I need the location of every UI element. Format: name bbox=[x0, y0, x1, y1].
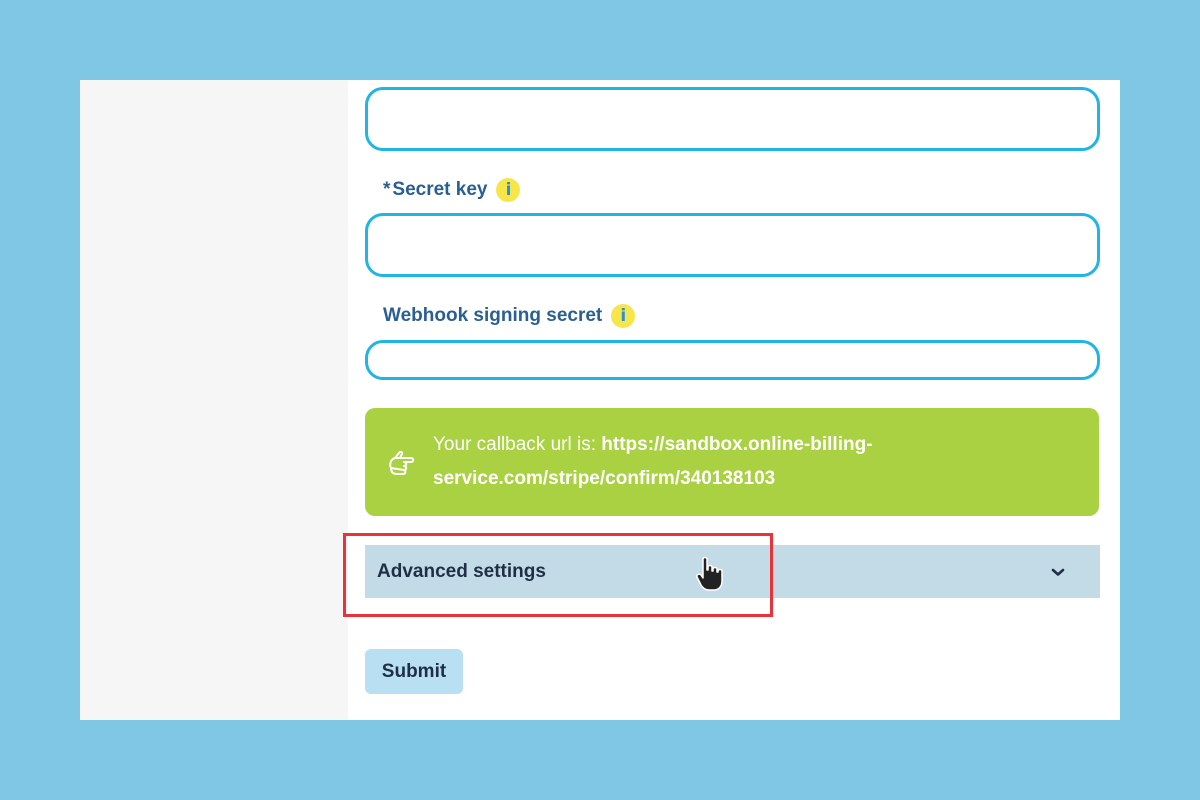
pointing-hand-icon bbox=[389, 450, 415, 475]
publishable-key-input[interactable] bbox=[365, 87, 1100, 151]
hand-cursor-icon bbox=[696, 556, 723, 591]
secret-key-label: * Secret key i bbox=[383, 176, 521, 204]
info-icon[interactable]: i bbox=[496, 178, 521, 202]
secret-key-input[interactable] bbox=[365, 213, 1100, 277]
required-marker: * bbox=[383, 179, 391, 200]
advanced-settings-toggle[interactable]: Advanced settings bbox=[365, 545, 1100, 598]
callback-url-notice: Your callback url is: https://sandbox.on… bbox=[365, 408, 1099, 516]
left-panel bbox=[80, 80, 348, 720]
chevron-down-icon bbox=[1051, 568, 1065, 576]
callback-prefix: Your callback url is: bbox=[433, 434, 602, 455]
secret-key-label-text: Secret key bbox=[392, 179, 488, 200]
submit-button[interactable]: Submit bbox=[365, 649, 463, 694]
webhook-secret-label-text: Webhook signing secret bbox=[383, 305, 603, 326]
webhook-secret-input[interactable] bbox=[365, 340, 1100, 380]
advanced-settings-label: Advanced settings bbox=[377, 560, 546, 582]
settings-frame: * Secret key i Webhook signing secret i … bbox=[80, 80, 1120, 720]
callback-text: Your callback url is: https://sandbox.on… bbox=[433, 428, 953, 496]
webhook-secret-label: Webhook signing secret i bbox=[383, 302, 636, 330]
info-icon[interactable]: i bbox=[611, 304, 636, 328]
